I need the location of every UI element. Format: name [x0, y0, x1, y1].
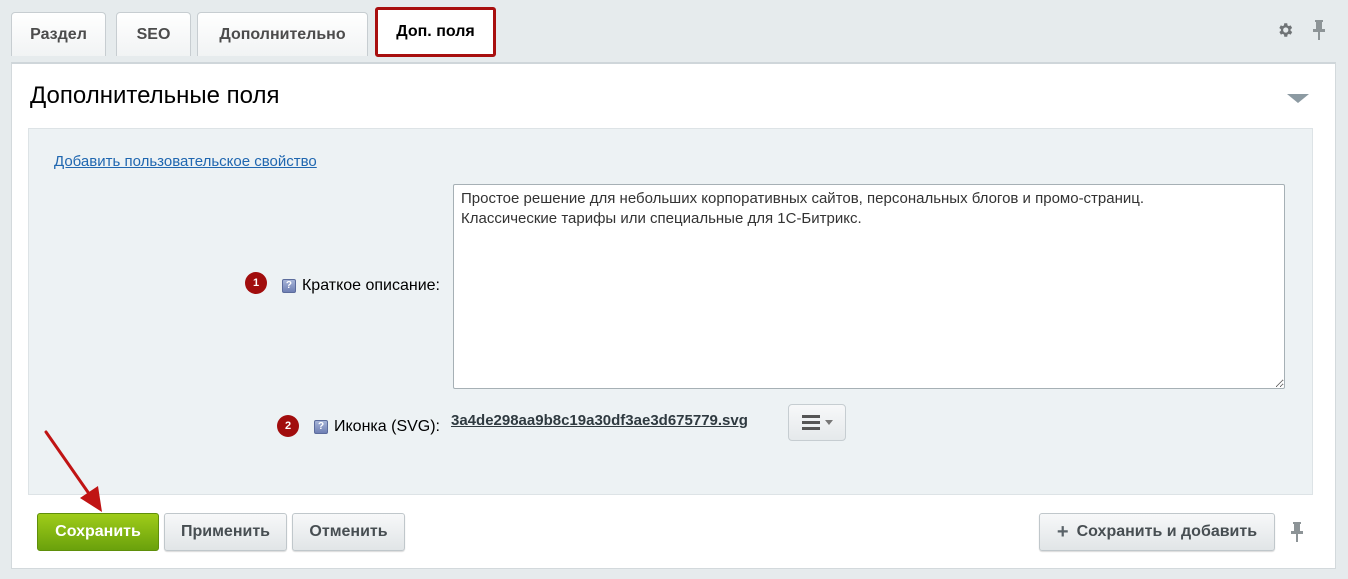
hamburger-icon — [801, 415, 820, 430]
annotation-badge-2: 2 — [277, 415, 299, 437]
chevron-down-icon — [824, 420, 833, 425]
tab-additional[interactable]: Дополнительно — [197, 12, 368, 56]
apply-button[interactable]: Применить — [164, 513, 287, 551]
icon-svg-label-row: ? Иконка (SVG): — [314, 418, 440, 436]
annotation-badge-1: 1 — [245, 272, 267, 294]
save-button[interactable]: Сохранить — [37, 513, 159, 551]
annotation-arrow-icon — [44, 430, 102, 512]
save-and-add-label: Сохранить и добавить — [1076, 523, 1258, 540]
plus-icon: + — [1056, 521, 1069, 543]
section-title: Дополнительные поля — [30, 82, 280, 109]
tab-extra-fields[interactable]: Доп. поля — [375, 7, 496, 57]
tab-seo[interactable]: SEO — [116, 12, 191, 56]
add-user-property-link[interactable]: Добавить пользовательское свойство — [54, 153, 317, 170]
pin-icon[interactable] — [1290, 522, 1304, 547]
short-description-label-row: ? Краткое описание: — [281, 277, 440, 295]
svg-file-link[interactable]: 3a4de298aa9b8c19a30df3ae3d675779.svg — [451, 412, 748, 429]
fields-area: Добавить пользовательское свойство 1 ? К… — [28, 128, 1313, 495]
file-menu-button[interactable] — [788, 404, 846, 441]
icon-svg-label: Иконка (SVG): — [334, 418, 440, 435]
short-description-label: Краткое описание: — [301, 277, 440, 294]
pin-icon[interactable] — [1312, 20, 1326, 45]
gear-icon[interactable] — [1276, 21, 1294, 44]
top-toolbar — [1276, 20, 1326, 45]
help-icon[interactable]: ? — [314, 420, 328, 434]
cancel-button[interactable]: Отменить — [292, 513, 405, 551]
tab-section[interactable]: Раздел — [11, 12, 106, 56]
save-and-add-button[interactable]: + Сохранить и добавить — [1039, 513, 1275, 551]
short-description-textarea[interactable] — [453, 184, 1285, 389]
help-icon[interactable]: ? — [281, 279, 296, 293]
triangle-down-icon[interactable] — [1287, 94, 1309, 103]
extra-fields-panel: Дополнительные поля Добавить пользовател… — [11, 62, 1336, 569]
